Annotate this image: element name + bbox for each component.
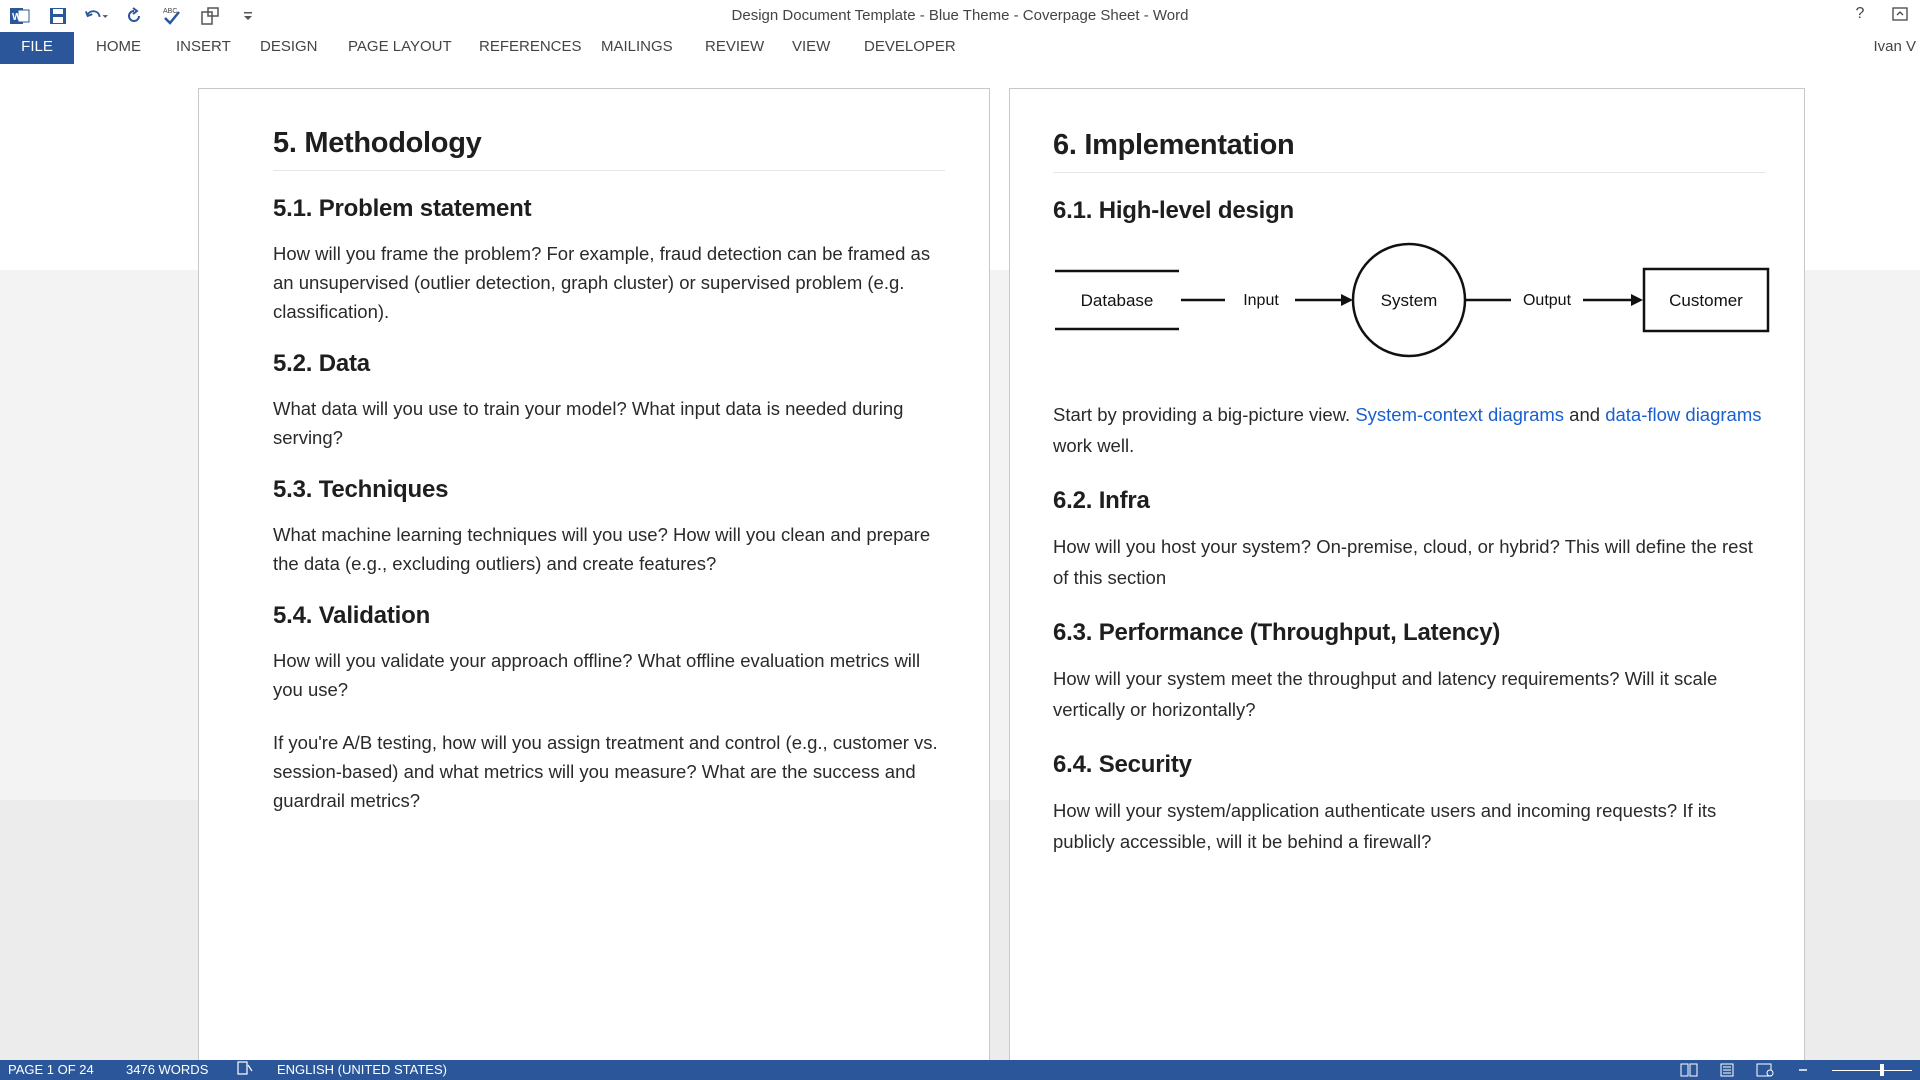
tab-view[interactable]: VIEW bbox=[780, 32, 842, 64]
zoom-out-icon[interactable] bbox=[1794, 1062, 1812, 1078]
subsection-title: 6.2. Infra bbox=[1053, 487, 1150, 514]
paragraph: Start by providing a big-picture view. S… bbox=[1053, 399, 1766, 461]
document-page-right[interactable]: 6. Implementation 6.1. High-level design… bbox=[1009, 88, 1805, 1068]
tab-references[interactable]: REFERENCES bbox=[467, 32, 594, 64]
zoom-slider-thumb[interactable] bbox=[1880, 1064, 1884, 1076]
paragraph: How will your system meet the throughput… bbox=[1053, 668, 1718, 720]
paragraph: How will you frame the problem? For exam… bbox=[273, 243, 931, 322]
paragraph-text: Start by providing a big-picture view. bbox=[1053, 404, 1356, 425]
paragraph-text: and bbox=[1564, 404, 1606, 425]
section-heading: 6. Implementation bbox=[1053, 129, 1766, 173]
diagram-customer-label: Customer bbox=[1669, 291, 1743, 310]
language-indicator[interactable]: ENGLISH (UNITED STATES) bbox=[277, 1062, 447, 1077]
document-page-left[interactable]: 5. Methodology 5.1. Problem statement Ho… bbox=[198, 88, 990, 1068]
system-context-diagram: Database Input System Output Customer bbox=[1053, 241, 1770, 381]
diagram-system-label: System bbox=[1381, 291, 1438, 310]
paragraph: What data will you use to train your mod… bbox=[273, 398, 904, 448]
subsection-title: 6.3. Performance (Throughput, Latency) bbox=[1053, 619, 1501, 646]
user-account[interactable]: Ivan V bbox=[1873, 32, 1920, 64]
tab-page-layout[interactable]: PAGE LAYOUT bbox=[336, 32, 464, 64]
ribbon-tabs: FILE HOME INSERT DESIGN PAGE LAYOUT REFE… bbox=[0, 32, 1920, 64]
title-bar: W ABC Design Document Template - Blue Th… bbox=[0, 0, 1920, 32]
paragraph: If you're A/B testing, how will you assi… bbox=[273, 732, 938, 811]
subsection-title: 5.3. Techniques bbox=[273, 476, 449, 503]
tab-developer[interactable]: DEVELOPER bbox=[852, 32, 968, 64]
document-workspace: 5. Methodology 5.1. Problem statement Ho… bbox=[0, 64, 1920, 1068]
diagram-database-label: Database bbox=[1081, 291, 1154, 310]
page-count[interactable]: PAGE 1 OF 24 bbox=[8, 1062, 94, 1077]
proofing-icon[interactable] bbox=[237, 1061, 253, 1078]
paragraph: What machine learning techniques will yo… bbox=[273, 524, 931, 574]
print-layout-icon[interactable] bbox=[1718, 1062, 1736, 1078]
subsection-title: 6.1. High-level design bbox=[1053, 197, 1295, 224]
subsection-title: 5.4. Validation bbox=[273, 602, 431, 629]
tab-home[interactable]: HOME bbox=[84, 32, 153, 64]
status-bar: PAGE 1 OF 24 3476 WORDS ENGLISH (UNITED … bbox=[0, 1060, 1920, 1080]
paragraph-text: work well. bbox=[1053, 435, 1135, 456]
tab-file[interactable]: FILE bbox=[0, 32, 74, 64]
help-icon[interactable]: ? bbox=[1850, 4, 1870, 24]
paragraph: How will you host your system? On-premis… bbox=[1053, 536, 1753, 588]
tab-review[interactable]: REVIEW bbox=[693, 32, 776, 64]
subsection-title: 5.1. Problem statement bbox=[273, 195, 532, 222]
read-mode-icon[interactable] bbox=[1680, 1062, 1698, 1078]
paragraph: How will your system/application authent… bbox=[1053, 800, 1717, 852]
page-content: 6. Implementation 6.1. High-level design… bbox=[1053, 129, 1770, 883]
zoom-slider[interactable] bbox=[1832, 1063, 1912, 1077]
tab-insert[interactable]: INSERT bbox=[164, 32, 243, 64]
diagram-input-label: Input bbox=[1243, 292, 1279, 309]
subsection-title: 5.2. Data bbox=[273, 350, 370, 377]
web-layout-icon[interactable] bbox=[1756, 1062, 1774, 1078]
system-context-diagrams-link[interactable]: System-context diagrams bbox=[1355, 404, 1564, 425]
view-controls bbox=[1680, 1060, 1920, 1080]
paragraph: How will you validate your approach offl… bbox=[273, 650, 921, 700]
diagram-output-label: Output bbox=[1523, 292, 1572, 309]
document-title: Design Document Template - Blue Theme - … bbox=[731, 7, 1189, 24]
page-content: 5. Methodology 5.1. Problem statement Ho… bbox=[273, 127, 945, 839]
word-count[interactable]: 3476 WORDS bbox=[126, 1062, 208, 1077]
ribbon-display-options-icon[interactable] bbox=[1890, 4, 1910, 24]
section-heading: 5. Methodology bbox=[273, 127, 945, 171]
subsection-title: 6.4. Security bbox=[1053, 751, 1192, 778]
window-controls: ? bbox=[1850, 4, 1910, 24]
tab-design[interactable]: DESIGN bbox=[248, 32, 330, 64]
tab-mailings[interactable]: MAILINGS bbox=[589, 32, 685, 64]
data-flow-diagrams-link[interactable]: data-flow diagrams bbox=[1605, 404, 1761, 425]
